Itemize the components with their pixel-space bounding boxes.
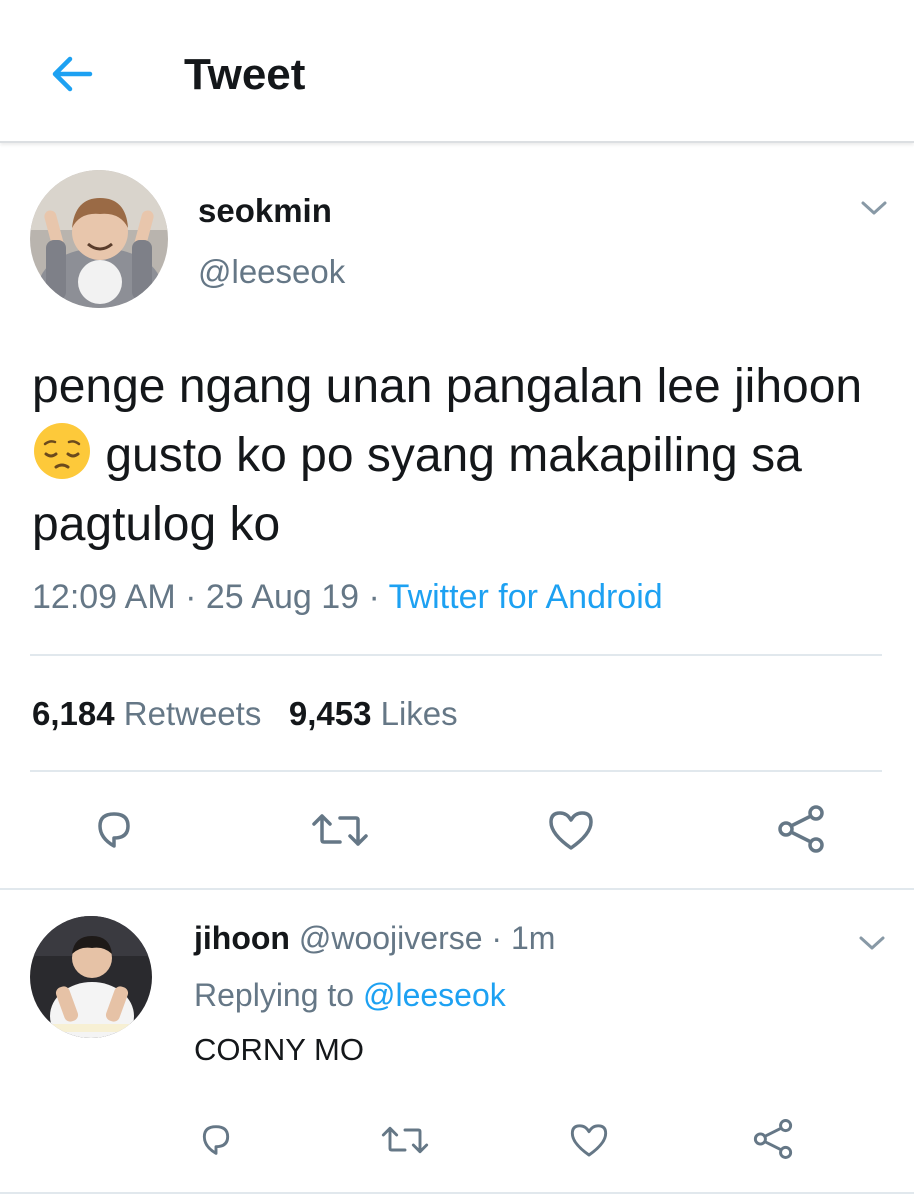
reply-icon [202,1125,230,1155]
tweet-text-part-1: penge ngang unan pangalan lee jihoon [32,360,863,413]
tweet-timestamp-line: 12:09 AM · 25 Aug 19 · Twitter for Andro… [32,578,663,617]
divider [30,770,882,772]
retweets-count: 6,184 [32,695,115,732]
reply-author-avatar[interactable] [30,916,152,1038]
reply-header: jihoon @woojiverse · 1m [194,920,555,957]
retweets-label: Retweets [123,695,262,732]
reply-options-button[interactable] [857,933,887,953]
chevron-down-icon [861,201,887,215]
share-button[interactable] [776,804,826,859]
share-icon [753,1119,793,1159]
reply-like-button[interactable] [568,1120,610,1165]
meta-separator: · [491,920,503,956]
tweet-page: Tweet seokmin @leeseok penge ngang unan … [0,0,914,1200]
tweet-source-link[interactable]: Twitter for Android [389,578,663,616]
reply-retweet-button[interactable] [380,1120,430,1165]
arrow-left-icon [52,56,93,92]
avatar-image [30,916,152,1038]
reply-author-handle[interactable]: @woojiverse [299,920,483,956]
meta-separator: · [185,578,197,616]
tweet-text-part-2: gusto ko po syang makapiling sa pagtulog… [32,429,802,551]
divider [0,888,914,890]
divider [0,1192,914,1194]
page-title: Tweet [184,50,306,99]
avatar-image [30,170,168,308]
likes-label: Likes [380,695,458,732]
reply-text: CORNY MO [194,1032,364,1067]
tweet-options-button[interactable] [859,198,889,218]
author-handle[interactable]: @leeseok [198,253,345,291]
tweet-time: 12:09 AM [32,578,176,616]
pensive-face-emoji [32,421,92,481]
reply-share-button[interactable] [752,1118,794,1165]
reply-time: 1m [510,920,556,956]
reply-reply-button[interactable] [196,1120,236,1165]
likes-count: 9,453 [288,695,372,732]
top-app-bar: Tweet [0,0,914,143]
likes-stat[interactable]: 9,453 Likes [289,695,458,732]
retweet-icon [381,1126,429,1154]
reply-button[interactable] [90,806,138,859]
retweet-icon [312,814,368,846]
divider [30,654,882,656]
back-button[interactable] [48,54,94,94]
share-icon [778,805,824,853]
retweet-button[interactable] [310,806,370,859]
chevron-down-icon [859,936,885,950]
replying-to-line: Replying to @leeseok [194,977,506,1014]
meta-separator: · [368,578,380,616]
author-display-name[interactable]: seokmin [198,192,332,230]
tweet-text: penge ngang unan pangalan lee jihoon gus… [32,352,892,559]
heart-icon [570,1124,608,1157]
reply-icon [98,812,130,848]
retweets-stat[interactable]: 6,184 Retweets [32,695,261,732]
heart-icon [549,811,593,850]
replying-to-label: Replying to [194,977,355,1013]
author-avatar[interactable] [30,170,168,308]
tweet-date: 25 Aug 19 [205,578,360,616]
replying-to-mention[interactable]: @leeseok [363,977,506,1013]
reply-author-display-name[interactable]: jihoon [194,920,290,956]
like-button[interactable] [546,806,596,859]
tweet-stats: 6,184 Retweets 9,453 Likes [32,695,458,733]
